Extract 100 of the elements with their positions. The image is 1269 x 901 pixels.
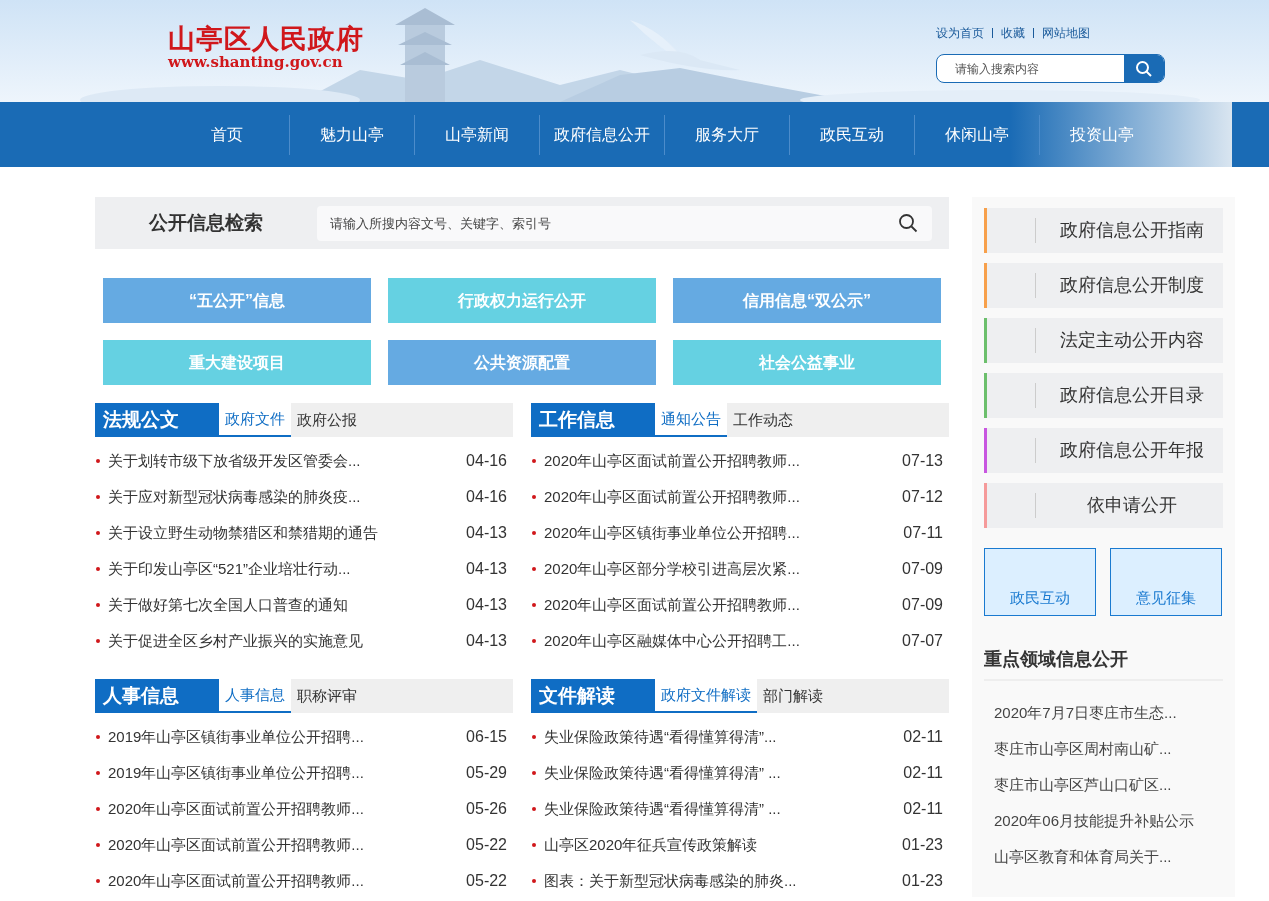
nav-item[interactable]: 政府信息公开	[540, 122, 664, 147]
bullet-icon	[96, 879, 100, 883]
focus-link[interactable]: 2020年7月7日枣庄市生态...	[994, 701, 1177, 725]
sidebar-link[interactable]: 法定主动公开内容	[984, 318, 1223, 363]
sidebar-link[interactable]: 政府信息公开目录	[984, 373, 1223, 418]
sidebar-link[interactable]: 依申请公开	[984, 483, 1223, 528]
news-date: 02-11	[903, 727, 944, 747]
bullet-icon	[532, 603, 536, 607]
news-link[interactable]: 2020年山亭区面试前置公开招聘教师...	[108, 833, 467, 857]
news-date: 05-26	[466, 799, 508, 819]
news-date: 02-11	[903, 799, 944, 819]
bullet-icon	[96, 771, 100, 775]
focus-link[interactable]: 2020年06月技能提升补贴公示	[994, 809, 1195, 833]
news-link[interactable]: 2020年山亭区部分学校引进高层次紧...	[544, 557, 903, 581]
panel-tab[interactable]: 部门解读	[757, 679, 829, 713]
nav-item[interactable]: 山亭新闻	[415, 122, 539, 147]
news-date: 01-23	[902, 871, 944, 891]
news-date: 04-13	[466, 631, 508, 651]
sidebar-link[interactable]: 政府信息公开制度	[984, 263, 1223, 308]
bullet-icon	[532, 843, 536, 847]
search-icon[interactable]	[898, 213, 918, 233]
news-link[interactable]: 山亭区2020年征兵宣传政策解读	[544, 833, 903, 857]
news-link[interactable]: 2020年山亭区融媒体中心公开招聘工...	[544, 629, 903, 653]
panel-tab[interactable]: 通知公告	[655, 403, 727, 437]
news-date: 01-23	[902, 835, 944, 855]
nav-item[interactable]: 服务大厅	[665, 122, 789, 147]
news-link[interactable]: 失业保险政策待遇“看得懂算得清” ...	[544, 797, 904, 821]
news-date: 07-11	[903, 523, 944, 543]
panel-tab[interactable]: 政府文件	[219, 403, 291, 437]
news-date: 02-11	[903, 763, 944, 783]
news-link[interactable]: 关于促进全区乡村产业振兴的实施意见	[108, 629, 467, 653]
news-link[interactable]: 2020年山亭区面试前置公开招聘教师...	[544, 485, 903, 509]
news-date: 04-16	[466, 487, 508, 507]
news-date: 05-29	[466, 763, 508, 783]
site-title: 山亭区人民政府	[168, 24, 364, 54]
bullet-icon	[96, 807, 100, 811]
bullet-icon	[532, 735, 536, 739]
panel-title: 人事信息	[95, 679, 219, 713]
bullet-icon	[96, 567, 100, 571]
news-link[interactable]: 关于划转市级下放省级开发区管委会...	[108, 449, 467, 473]
bullet-icon	[532, 567, 536, 571]
bullet-icon	[96, 735, 100, 739]
news-link[interactable]: 图表：关于新型冠状病毒感染的肺炎...	[544, 869, 903, 893]
news-link[interactable]: 2020年山亭区面试前置公开招聘教师...	[108, 797, 467, 821]
news-link[interactable]: 2020年山亭区镇街事业单位公开招聘...	[544, 521, 904, 545]
news-link[interactable]: 关于设立野生动物禁猎区和禁猎期的通告	[108, 521, 467, 545]
news-date: 06-15	[466, 727, 508, 747]
nav-item[interactable]: 政民互动	[790, 122, 914, 147]
bullet-icon	[96, 639, 100, 643]
nav-item[interactable]: 休闲山亭	[915, 122, 1039, 147]
news-link[interactable]: 关于印发山亭区“521”企业培壮行动...	[108, 557, 467, 581]
news-date: 07-13	[902, 451, 944, 471]
panel-tab[interactable]: 职称评审	[291, 679, 363, 713]
panel-title: 法规公文	[95, 403, 219, 437]
focus-link[interactable]: 山亭区教育和体育局关于...	[994, 845, 1172, 869]
news-date: 04-13	[466, 595, 508, 615]
panel-tab[interactable]: 政府文件解读	[655, 679, 757, 713]
news-link[interactable]: 2019年山亭区镇街事业单位公开招聘...	[108, 761, 467, 785]
news-date: 04-16	[466, 451, 508, 471]
news-link[interactable]: 2020年山亭区面试前置公开招聘教师...	[108, 869, 467, 893]
news-date: 05-22	[466, 835, 508, 855]
news-date: 07-09	[902, 595, 944, 615]
bullet-icon	[96, 495, 100, 499]
news-link[interactable]: 失业保险政策待遇“看得懂算得清”...	[544, 725, 904, 749]
feature-button[interactable]: 意见征集	[1110, 548, 1222, 616]
sidebar-link[interactable]: 政府信息公开指南	[984, 208, 1223, 253]
panel-tab[interactable]: 政府公报	[291, 403, 363, 437]
focus-link[interactable]: 枣庄市山亭区周村南山矿...	[994, 737, 1172, 761]
news-link[interactable]: 2020年山亭区面试前置公开招聘教师...	[544, 593, 903, 617]
nav-item[interactable]: 魅力山亭	[290, 122, 414, 147]
news-link[interactable]: 关于做好第七次全国人口普查的通知	[108, 593, 467, 617]
search-button[interactable]	[1124, 55, 1164, 82]
bullet-icon	[532, 639, 536, 643]
bullet-icon	[532, 807, 536, 811]
search-icon	[1135, 59, 1153, 78]
search-field[interactable]: 请输入搜索内容	[937, 55, 1124, 82]
news-link[interactable]: 2019年山亭区镇街事业单位公开招聘...	[108, 725, 467, 749]
search-bar[interactable]: 请输入搜索内容	[936, 54, 1165, 83]
news-link[interactable]: 2020年山亭区面试前置公开招聘教师...	[544, 449, 903, 473]
feature-button[interactable]: 政民互动	[984, 548, 1096, 616]
news-link[interactable]: 失业保险政策待遇“看得懂算得清” ...	[544, 761, 904, 785]
bullet-icon	[96, 459, 100, 463]
bullet-icon	[532, 495, 536, 499]
news-link[interactable]: 关于应对新型冠状病毒感染的肺炎疫...	[108, 485, 467, 509]
panel-tab[interactable]: 工作动态	[727, 403, 799, 437]
panel-title: 工作信息	[531, 403, 655, 437]
site-url: www.shanting.gov.cn	[168, 54, 344, 70]
panel-title: 公开信息检索	[148, 210, 264, 235]
news-date: 07-09	[902, 559, 944, 579]
news-date: 04-13	[466, 523, 508, 543]
focus-link[interactable]: 枣庄市山亭区芦山口矿区...	[994, 773, 1172, 797]
bullet-icon	[532, 879, 536, 883]
panel-tab[interactable]: 人事信息	[219, 679, 291, 713]
top-link[interactable]: 网站地图	[1042, 24, 1090, 42]
bullet-icon	[532, 459, 536, 463]
news-date: 04-13	[466, 559, 508, 579]
nav-item[interactable]: 首页	[165, 122, 289, 147]
top-link[interactable]: 收藏	[1001, 24, 1025, 42]
sidebar-link[interactable]: 政府信息公开年报	[984, 428, 1223, 473]
top-link[interactable]: 设为首页	[936, 24, 984, 42]
